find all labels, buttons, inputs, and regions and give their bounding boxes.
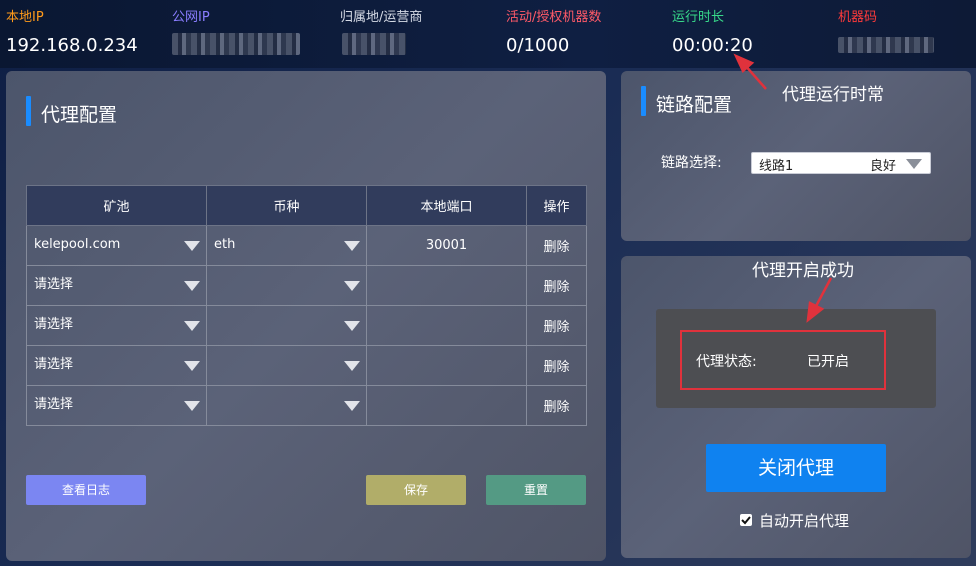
success-arrow bbox=[813, 277, 833, 309]
success-annotation: 代理开启成功 bbox=[752, 261, 854, 281]
uptime-annotation: 代理运行时常 bbox=[782, 85, 884, 105]
success-arrowhead bbox=[806, 301, 825, 323]
